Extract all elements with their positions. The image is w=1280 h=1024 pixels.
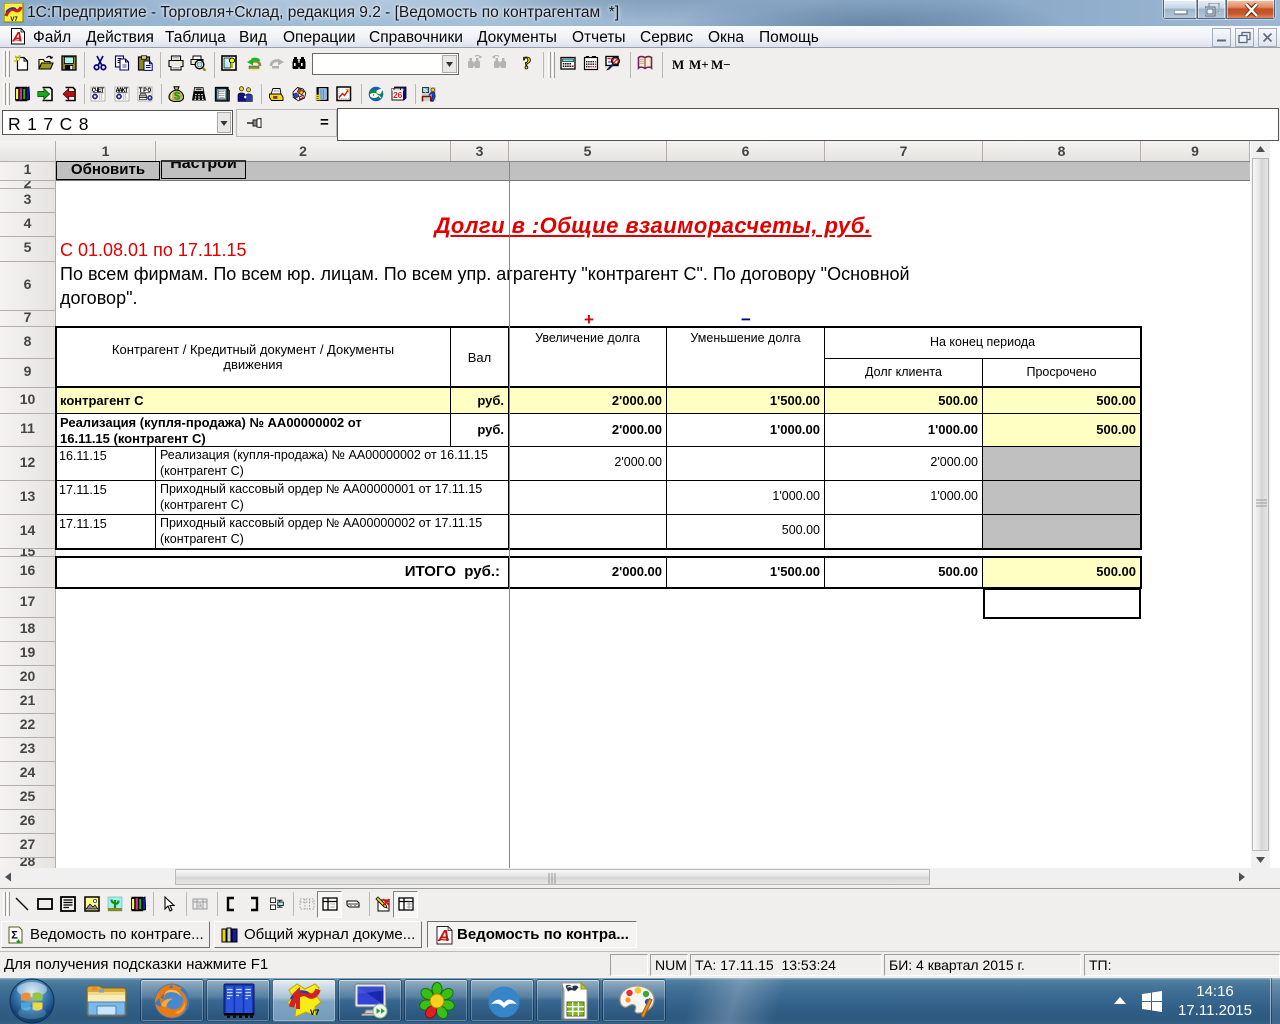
svg-text:26: 26	[393, 90, 403, 100]
svg-text:a: a	[198, 903, 202, 910]
svg-text:V7: V7	[10, 17, 18, 23]
svg-text:V7: V7	[310, 1009, 320, 1018]
svg-text:$: $	[174, 91, 180, 103]
svg-text:А: А	[437, 928, 450, 945]
svg-text:Σ: Σ	[11, 930, 18, 942]
svg-text:?: ?	[523, 55, 532, 71]
svg-text:А: А	[12, 29, 23, 45]
